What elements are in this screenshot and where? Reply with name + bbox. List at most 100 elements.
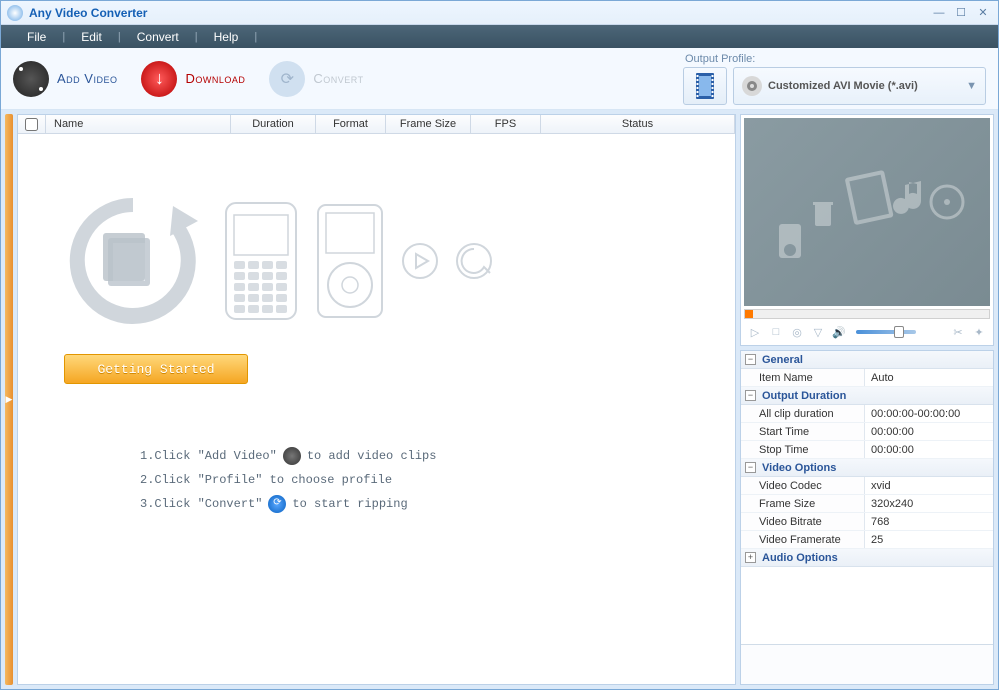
- property-section-header[interactable]: −General: [741, 351, 993, 369]
- property-value[interactable]: 00:00:00-00:00:00: [865, 405, 993, 422]
- menu-file[interactable]: File: [11, 30, 62, 44]
- property-row[interactable]: Video Codecxvid: [741, 477, 993, 495]
- property-key: Video Framerate: [741, 531, 865, 548]
- property-row[interactable]: Frame Size320x240: [741, 495, 993, 513]
- play-circle-icon: [400, 241, 440, 281]
- mini-film-icon: [283, 447, 301, 465]
- expand-button[interactable]: ▽: [810, 324, 826, 340]
- chevron-down-icon: ▼: [966, 80, 977, 92]
- preview-area: [744, 118, 990, 306]
- download-button[interactable]: ↓ Download: [141, 61, 245, 97]
- quicktime-icon: [454, 241, 494, 281]
- property-row[interactable]: Item NameAuto: [741, 369, 993, 387]
- expand-icon: +: [745, 552, 756, 563]
- app-logo-icon: [7, 5, 23, 21]
- snapshot-button[interactable]: ◎: [789, 324, 805, 340]
- right-panel: ▷ □ ◎ ▽ 🔊 ✂ ✦ −GeneralItem NameAuto−Outp…: [740, 114, 994, 685]
- section-title: General: [762, 354, 803, 366]
- effects-button[interactable]: ✦: [971, 324, 987, 340]
- column-duration[interactable]: Duration: [231, 115, 316, 133]
- cycle-arrow-icon: [58, 186, 208, 336]
- stop-button[interactable]: □: [768, 324, 784, 340]
- app-window: Any Video Converter — ☐ ✕ File | Edit | …: [0, 0, 999, 690]
- column-format[interactable]: Format: [316, 115, 386, 133]
- play-button[interactable]: ▷: [747, 324, 763, 340]
- cut-button[interactable]: ✂: [950, 324, 966, 340]
- download-icon: ↓: [141, 61, 177, 97]
- film-reel-icon: [13, 61, 49, 97]
- illustration: [58, 186, 494, 336]
- table-header: Name Duration Format Frame Size FPS Stat…: [18, 115, 735, 134]
- phone-icon: [222, 201, 300, 321]
- property-key: All clip duration: [741, 405, 865, 422]
- menu-edit[interactable]: Edit: [65, 30, 118, 44]
- section-title: Audio Options: [762, 552, 838, 564]
- convert-icon: ⟳: [269, 61, 305, 97]
- property-value[interactable]: 768: [865, 513, 993, 530]
- column-checkbox: [18, 115, 46, 133]
- expand-icon: −: [745, 462, 756, 473]
- close-button[interactable]: ✕: [974, 6, 992, 20]
- property-value[interactable]: xvid: [865, 477, 993, 494]
- column-status[interactable]: Status: [541, 115, 735, 133]
- column-frame-size[interactable]: Frame Size: [386, 115, 471, 133]
- property-row[interactable]: Video Framerate25: [741, 531, 993, 549]
- property-value[interactable]: 00:00:00: [865, 441, 993, 458]
- profile-preview-button[interactable]: [683, 67, 727, 105]
- app-title: Any Video Converter: [29, 6, 926, 20]
- property-key: Video Codec: [741, 477, 865, 494]
- sidebar-toggle[interactable]: ▶: [5, 114, 13, 685]
- convert-label: Convert: [313, 71, 363, 86]
- property-section-header[interactable]: + Audio Options: [741, 549, 993, 567]
- toolbar: Add Video ↓ Download ⟳ Convert Output Pr…: [1, 48, 998, 110]
- property-value[interactable]: 320x240: [865, 495, 993, 512]
- output-profile: Output Profile: Customized AVI Movie (*.…: [683, 53, 986, 105]
- output-profile-label: Output Profile:: [683, 53, 986, 65]
- property-key: Start Time: [741, 423, 865, 440]
- column-name[interactable]: Name: [46, 115, 231, 133]
- property-value[interactable]: 25: [865, 531, 993, 548]
- empty-state: Getting Started 1.Click "Add Video" to a…: [18, 134, 735, 684]
- menu-convert[interactable]: Convert: [121, 30, 195, 44]
- profile-dropdown[interactable]: Customized AVI Movie (*.avi) ▼: [733, 67, 986, 105]
- property-section-header[interactable]: −Output Duration: [741, 387, 993, 405]
- property-value[interactable]: 00:00:00: [865, 423, 993, 440]
- volume-button[interactable]: 🔊: [831, 324, 847, 340]
- menubar: File | Edit | Convert | Help |: [1, 25, 998, 48]
- maximize-button[interactable]: ☐: [952, 6, 970, 20]
- property-key: Stop Time: [741, 441, 865, 458]
- property-section-header[interactable]: −Video Options: [741, 459, 993, 477]
- main-panel: Name Duration Format Frame Size FPS Stat…: [17, 114, 736, 685]
- section-title: Output Duration: [762, 390, 846, 402]
- column-fps[interactable]: FPS: [471, 115, 541, 133]
- preview-timeline[interactable]: [744, 309, 990, 319]
- download-label: Download: [185, 71, 245, 86]
- properties-footer: [741, 644, 993, 684]
- preview-controls: ▷ □ ◎ ▽ 🔊 ✂ ✦: [741, 319, 993, 345]
- gear-icon: [742, 76, 762, 96]
- convert-button[interactable]: ⟳ Convert: [269, 61, 363, 97]
- expand-icon: −: [745, 390, 756, 401]
- property-row[interactable]: Stop Time00:00:00: [741, 441, 993, 459]
- getting-started-button[interactable]: Getting Started: [64, 354, 248, 384]
- titlebar: Any Video Converter — ☐ ✕: [1, 1, 998, 25]
- property-value[interactable]: Auto: [865, 369, 993, 386]
- property-row[interactable]: All clip duration00:00:00-00:00:00: [741, 405, 993, 423]
- select-all-checkbox[interactable]: [25, 118, 38, 131]
- add-video-label: Add Video: [57, 71, 117, 86]
- menu-help[interactable]: Help: [198, 30, 255, 44]
- property-key: Frame Size: [741, 495, 865, 512]
- section-title: Video Options: [762, 462, 836, 474]
- volume-slider[interactable]: [856, 330, 916, 334]
- property-row[interactable]: Video Bitrate768: [741, 513, 993, 531]
- preview-box: ▷ □ ◎ ▽ 🔊 ✂ ✦: [740, 114, 994, 346]
- properties-panel: −GeneralItem NameAuto−Output DurationAll…: [740, 350, 994, 685]
- property-key: Video Bitrate: [741, 513, 865, 530]
- minimize-button[interactable]: —: [930, 6, 948, 20]
- add-video-button[interactable]: Add Video: [13, 61, 117, 97]
- filmstrip-icon: [694, 72, 716, 100]
- mini-convert-icon: ⟳: [268, 495, 286, 513]
- ipod-icon: [314, 201, 386, 321]
- property-row[interactable]: Start Time00:00:00: [741, 423, 993, 441]
- expand-icon: −: [745, 354, 756, 365]
